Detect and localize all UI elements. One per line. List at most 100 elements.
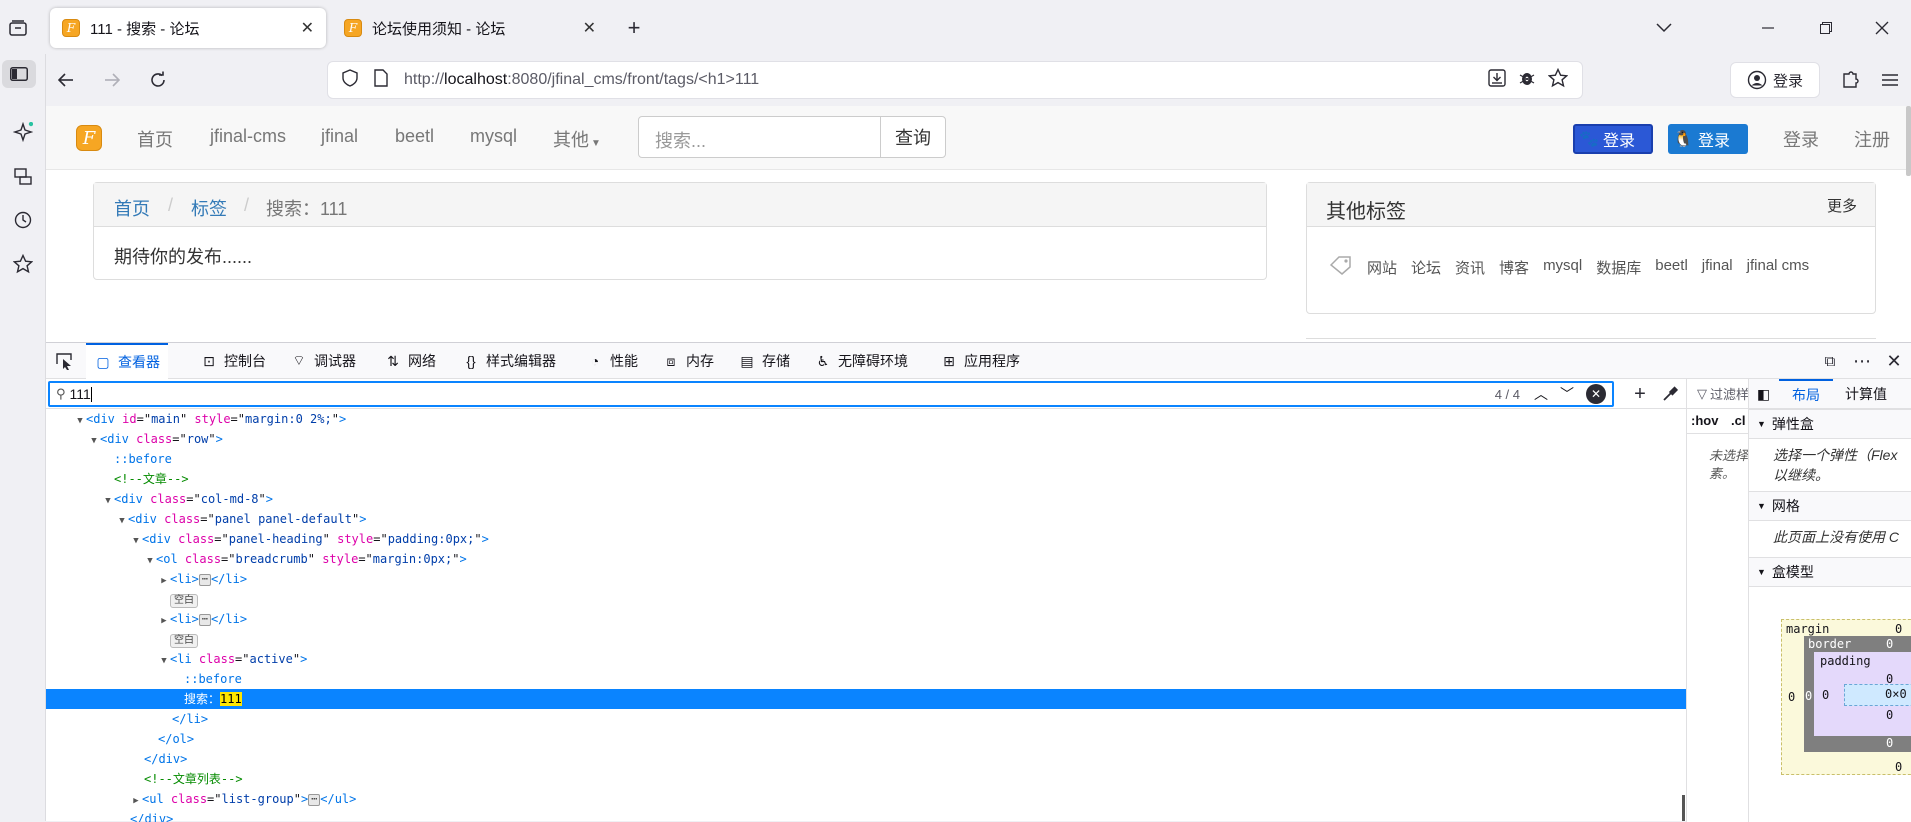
breadcrumb-tags[interactable]: 标签 bbox=[191, 195, 227, 221]
collapsed-children-icon[interactable]: ⋯ bbox=[308, 793, 321, 806]
box-model-content[interactable]: 0×0 bbox=[1844, 684, 1911, 706]
tab-inspector[interactable]: ▢ 查看器 bbox=[86, 343, 168, 379]
tag-link[interactable]: 论坛 bbox=[1411, 257, 1441, 278]
forward-arrow-icon[interactable] bbox=[96, 64, 128, 96]
markup-scrollbar[interactable] bbox=[1682, 795, 1685, 821]
new-tab-icon[interactable]: + bbox=[618, 12, 650, 44]
tab-forum-rules[interactable]: F 论坛使用须知 - 论坛 ✕ bbox=[332, 8, 608, 48]
markup-comment[interactable]: <!--文章列表--> bbox=[46, 769, 1686, 789]
margin-left-value[interactable]: 0 bbox=[1788, 690, 1795, 704]
tab-memory[interactable]: ⧈ 内存 bbox=[662, 343, 714, 379]
box-model-margin[interactable]: margin 0 0 0 border 0 0 0 padding 0 0 0 … bbox=[1781, 619, 1911, 775]
page-scrollbar[interactable] bbox=[1906, 106, 1911, 176]
markup-node[interactable]: ▼ <div class="col-md-8"> bbox=[46, 489, 1686, 509]
minimize-icon[interactable] bbox=[1752, 12, 1784, 44]
baidu-login-button[interactable]: 🐾 登录 bbox=[1573, 124, 1653, 154]
extensions-icon[interactable] bbox=[1834, 64, 1866, 96]
expand-triangle-icon[interactable]: ▼ bbox=[130, 531, 142, 551]
ai-chat-icon[interactable] bbox=[6, 118, 40, 146]
border-bottom-value[interactable]: 0 bbox=[1886, 736, 1893, 750]
add-node-icon[interactable]: + bbox=[1626, 380, 1654, 408]
close-tab-icon[interactable]: ✕ bbox=[583, 18, 596, 38]
expand-triangle-icon[interactable]: ▼ bbox=[116, 511, 128, 531]
clear-search-icon[interactable]: ✕ bbox=[1586, 384, 1606, 404]
markup-pseudo[interactable]: ::before bbox=[46, 449, 1686, 469]
element-picker-icon[interactable] bbox=[50, 347, 78, 375]
page-info-icon[interactable] bbox=[374, 68, 388, 92]
tag-link[interactable]: mysql bbox=[1543, 257, 1582, 278]
close-devtools-icon[interactable]: ✕ bbox=[1880, 347, 1908, 375]
tag-link[interactable]: beetl bbox=[1655, 257, 1688, 278]
close-tab-icon[interactable]: ✕ bbox=[301, 18, 314, 38]
close-window-icon[interactable] bbox=[1866, 12, 1898, 44]
tab-style-editor[interactable]: {} 样式编辑器 bbox=[462, 343, 556, 379]
tab-application[interactable]: ⊞ 应用程序 bbox=[940, 343, 1020, 379]
reload-icon[interactable] bbox=[142, 64, 174, 96]
site-search-button[interactable]: 查询 bbox=[880, 116, 946, 158]
bug-icon[interactable] bbox=[1518, 69, 1536, 92]
collapsed-triangle-icon[interactable]: ▶ bbox=[158, 611, 170, 631]
markup-node[interactable]: ▶ <li> ⋯ </li> bbox=[46, 569, 1686, 589]
expand-triangle-icon[interactable]: ▼ bbox=[74, 411, 86, 431]
account-login-button[interactable]: 登录 bbox=[1730, 62, 1820, 98]
tag-link[interactable]: 网站 bbox=[1367, 257, 1397, 278]
box-model-padding[interactable]: padding 0 0 0 0×0 bbox=[1814, 652, 1911, 736]
nav-jfinal[interactable]: jfinal bbox=[321, 126, 358, 147]
tab-accessibility[interactable]: ♿ 无障碍环境 bbox=[814, 343, 908, 379]
markup-comment[interactable]: <!--文章--> bbox=[46, 469, 1686, 489]
tab-network[interactable]: ⇅ 网络 bbox=[384, 343, 436, 379]
markup-node[interactable]: ▼ <li class="active"> bbox=[46, 649, 1686, 669]
search-next-icon[interactable]: ﹀ bbox=[1560, 384, 1574, 404]
sidebar-toggle-icon[interactable] bbox=[2, 60, 36, 88]
markup-pseudo[interactable]: ::before bbox=[46, 669, 1686, 689]
markup-node[interactable]: ▼ <div class="row"> bbox=[46, 429, 1686, 449]
restore-icon[interactable] bbox=[1810, 12, 1842, 44]
nav-mysql[interactable]: mysql bbox=[470, 126, 517, 147]
nav-beetl[interactable]: beetl bbox=[395, 126, 434, 147]
tag-link[interactable]: 资讯 bbox=[1455, 257, 1485, 278]
padding-bottom-value[interactable]: 0 bbox=[1886, 708, 1893, 722]
hover-state-toggle[interactable]: :hov bbox=[1691, 413, 1718, 428]
border-left-value[interactable]: 0 bbox=[1805, 689, 1812, 703]
markup-node[interactable]: ▼ <div id="main" style="margin:0 2%;"> bbox=[46, 409, 1686, 429]
section-grid[interactable]: ▼ 网格 bbox=[1749, 491, 1911, 521]
site-logo-icon[interactable]: F bbox=[76, 125, 102, 151]
toggle-sidebar-icon[interactable]: ◧ bbox=[1757, 386, 1770, 403]
expand-triangle-icon[interactable]: ▼ bbox=[144, 551, 156, 571]
tab-layout[interactable]: 布局 bbox=[1779, 379, 1833, 409]
markup-node[interactable]: ▶ <li> ⋯ </li> bbox=[46, 609, 1686, 629]
expand-triangle-icon[interactable]: ▼ bbox=[102, 491, 114, 511]
bookmark-star-icon[interactable] bbox=[1547, 67, 1569, 93]
markup-search-input[interactable]: ⚲ 111 4 / 4 ︿ ﹀ ✕ bbox=[48, 381, 1614, 407]
selected-text-node[interactable]: 搜索：111 bbox=[46, 689, 1686, 709]
expand-triangle-icon[interactable]: ▼ bbox=[88, 431, 100, 451]
collapsed-children-icon[interactable]: ⋯ bbox=[198, 613, 211, 626]
history-icon[interactable] bbox=[6, 206, 40, 234]
margin-top-value[interactable]: 0 bbox=[1895, 622, 1902, 636]
tab-debugger[interactable]: ⌔ 调试器 bbox=[290, 343, 356, 379]
tracking-shield-icon[interactable] bbox=[342, 68, 358, 92]
class-toggle[interactable]: .cl bbox=[1731, 413, 1745, 428]
tab-performance[interactable]: ◔ 性能 bbox=[586, 343, 638, 379]
dock-side-icon[interactable]: ⧉ bbox=[1816, 347, 1844, 375]
search-prev-icon[interactable]: ︿ bbox=[1534, 384, 1548, 404]
markup-node[interactable]: ▼ <div class="panel panel-default"> bbox=[46, 509, 1686, 529]
markup-node[interactable]: ▶ <ul class="list-group"> ⋯ </ul> bbox=[46, 789, 1686, 809]
breadcrumb-home[interactable]: 首页 bbox=[114, 195, 150, 221]
section-box-model[interactable]: ▼ 盒模型 bbox=[1749, 557, 1911, 587]
tag-link[interactable]: jfinal cms bbox=[1747, 257, 1810, 278]
download-icon[interactable] bbox=[1488, 68, 1506, 92]
more-link[interactable]: 更多 bbox=[1827, 195, 1857, 216]
qq-login-button[interactable]: 🐧 登录 bbox=[1668, 124, 1748, 154]
site-login-link[interactable]: 登录 bbox=[1783, 126, 1819, 152]
more-options-icon[interactable]: ⋯ bbox=[1848, 347, 1876, 375]
tag-link[interactable]: 博客 bbox=[1499, 257, 1529, 278]
padding-left-value[interactable]: 0 bbox=[1822, 688, 1829, 702]
collapsed-triangle-icon[interactable]: ▶ bbox=[158, 571, 170, 591]
nav-other-dropdown[interactable]: 其他 ▼ bbox=[553, 126, 601, 152]
tab-computed[interactable]: 计算值 bbox=[1845, 379, 1887, 409]
tab-list-icon[interactable] bbox=[2, 8, 34, 48]
box-model-border[interactable]: border 0 0 0 padding 0 0 0 0×0 bbox=[1804, 636, 1911, 752]
tab-search[interactable]: F 111 - 搜索 - 论坛 ✕ bbox=[50, 8, 326, 48]
tab-console[interactable]: ⊡ 控制台 bbox=[200, 343, 266, 379]
